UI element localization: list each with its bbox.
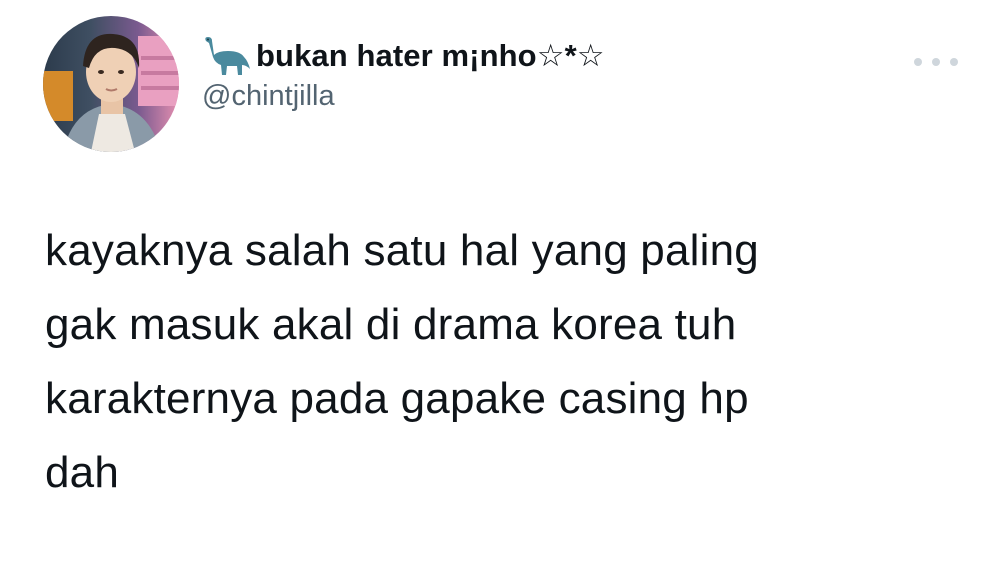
avatar[interactable] [43, 16, 179, 152]
dot-icon [950, 58, 958, 66]
more-options-icon[interactable] [914, 52, 958, 72]
tweet-text-line: karakternya pada gapake casing hp [45, 374, 749, 423]
user-handle[interactable]: @chintjilla [202, 80, 605, 113]
tweet-card: bukan hater m¡nho☆*☆ @chintjilla kayakny… [0, 0, 1000, 566]
tweet-text-line: kayaknya salah satu hal yang paling [45, 226, 759, 275]
dot-icon [914, 58, 922, 66]
avatar-image [43, 16, 179, 152]
dot-icon [932, 58, 940, 66]
tweet-text-line: dah [45, 448, 120, 497]
display-name[interactable]: bukan hater m¡nho☆*☆ [256, 38, 605, 74]
tweet-body: kayaknya salah satu hal yang paling gak … [45, 214, 965, 510]
display-name-row[interactable]: bukan hater m¡nho☆*☆ [202, 36, 605, 76]
sauropod-dinosaur-icon [202, 35, 252, 77]
tweet-header: bukan hater m¡nho☆*☆ @chintjilla [202, 36, 605, 113]
tweet-text-line: gak masuk akal di drama korea tuh [45, 300, 737, 349]
